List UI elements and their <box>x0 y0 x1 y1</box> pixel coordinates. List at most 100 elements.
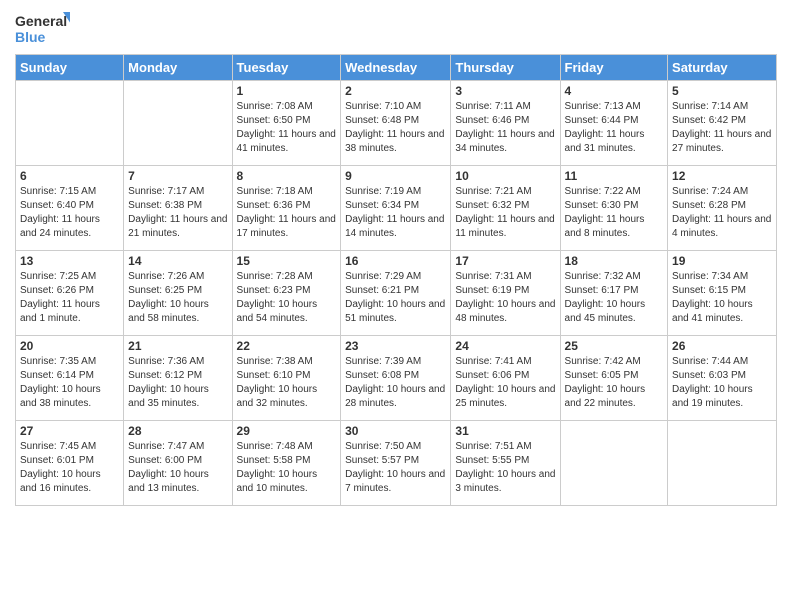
day-cell-3: 3Sunrise: 7:11 AMSunset: 6:46 PMDaylight… <box>451 81 560 166</box>
day-number: 12 <box>672 169 772 183</box>
day-cell-16: 16 Sunrise: 7:29 AMSunset: 6:21 PMDayligh… <box>341 251 451 336</box>
day-number: 31 <box>455 424 555 438</box>
day-number: 9 <box>345 169 446 183</box>
day-info: Sunrise: 7:28 AMSunset: 6:23 PMDaylight:… <box>237 270 337 326</box>
day-number: 15 <box>237 254 337 268</box>
day-cell-5: 5Sunrise: 7:14 AMSunset: 6:42 PMDaylight… <box>668 81 777 166</box>
weekday-header-tuesday: Tuesday <box>232 55 341 81</box>
day-number: 8 <box>237 169 337 183</box>
day-info: Sunrise: 7:14 AMSunset: 6:42 PMDaylight:… <box>672 100 772 156</box>
day-number: 21 <box>128 339 227 353</box>
day-cell-15: 15 Sunrise: 7:28 AMSunset: 6:23 PMDayligh… <box>232 251 341 336</box>
day-cell-19: 19 Sunrise: 7:34 AMSunset: 6:15 PMDayligh… <box>668 251 777 336</box>
logo: General Blue <box>15 10 70 48</box>
day-number: 6 <box>20 169 119 183</box>
day-cell-26: 26 Sunrise: 7:44 AMSunset: 6:03 PMDayligh… <box>668 336 777 421</box>
day-cell-31: 31 Sunrise: 7:51 AMSunset: 5:55 PMDayligh… <box>451 421 560 506</box>
day-cell-12: 12 Sunrise: 7:24 AMSunset: 6:28 PMDayligh… <box>668 166 777 251</box>
day-cell-7: 7Sunrise: 7:17 AMSunset: 6:38 PMDaylight… <box>124 166 232 251</box>
day-cell-11: 11 Sunrise: 7:22 AMSunset: 6:30 PMDayligh… <box>560 166 668 251</box>
day-cell-28: 28 Sunrise: 7:47 AMSunset: 6:00 PMDayligh… <box>124 421 232 506</box>
weekday-header-row: SundayMondayTuesdayWednesdayThursdayFrid… <box>16 55 777 81</box>
day-info: Sunrise: 7:24 AMSunset: 6:28 PMDaylight:… <box>672 185 772 241</box>
day-cell-2: 2 Sunrise: 7:10 AMSunset: 6:48 PMDaylight… <box>341 81 451 166</box>
empty-cell <box>16 81 124 166</box>
day-info: Sunrise: 7:36 AMSunset: 6:12 PMDaylight:… <box>128 355 227 411</box>
empty-cell <box>668 421 777 506</box>
day-cell-8: 8 Sunrise: 7:18 AMSunset: 6:36 PMDaylight… <box>232 166 341 251</box>
day-info: Sunrise: 7:35 AMSunset: 6:14 PMDaylight:… <box>20 355 119 411</box>
day-number: 13 <box>20 254 119 268</box>
day-info: Sunrise: 7:32 AMSunset: 6:17 PMDaylight:… <box>565 270 664 326</box>
day-cell-20: 20Sunrise: 7:35 AMSunset: 6:14 PMDayligh… <box>16 336 124 421</box>
weekday-header-saturday: Saturday <box>668 55 777 81</box>
day-number: 25 <box>565 339 664 353</box>
week-row-5: 27 Sunrise: 7:45 AMSunset: 6:01 PMDayligh… <box>16 421 777 506</box>
day-number: 17 <box>455 254 555 268</box>
day-cell-24: 24 Sunrise: 7:41 AMSunset: 6:06 PMDayligh… <box>451 336 560 421</box>
day-number: 18 <box>565 254 664 268</box>
day-number: 1 <box>237 84 337 98</box>
day-number: 26 <box>672 339 772 353</box>
weekday-header-sunday: Sunday <box>16 55 124 81</box>
empty-cell <box>124 81 232 166</box>
day-info: Sunrise: 7:29 AMSunset: 6:21 PMDaylight:… <box>345 270 446 326</box>
weekday-header-thursday: Thursday <box>451 55 560 81</box>
svg-text:General: General <box>15 13 67 29</box>
day-info: Sunrise: 7:42 AMSunset: 6:05 PMDaylight:… <box>565 355 664 411</box>
empty-cell <box>560 421 668 506</box>
day-number: 7 <box>128 169 227 183</box>
weekday-header-friday: Friday <box>560 55 668 81</box>
day-number: 10 <box>455 169 555 183</box>
day-info: Sunrise: 7:10 AMSunset: 6:48 PMDaylight:… <box>345 100 446 156</box>
week-row-1: 1 Sunrise: 7:08 AMSunset: 6:50 PMDaylight… <box>16 81 777 166</box>
day-cell-17: 17 Sunrise: 7:31 AMSunset: 6:19 PMDayligh… <box>451 251 560 336</box>
day-number: 16 <box>345 254 446 268</box>
day-number: 2 <box>345 84 446 98</box>
week-row-4: 20Sunrise: 7:35 AMSunset: 6:14 PMDayligh… <box>16 336 777 421</box>
day-info: Sunrise: 7:11 AMSunset: 6:46 PMDaylight:… <box>455 100 555 156</box>
day-number: 23 <box>345 339 446 353</box>
day-number: 4 <box>565 84 664 98</box>
weekday-header-wednesday: Wednesday <box>341 55 451 81</box>
day-number: 30 <box>345 424 446 438</box>
day-cell-9: 9 Sunrise: 7:19 AMSunset: 6:34 PMDaylight… <box>341 166 451 251</box>
day-number: 27 <box>20 424 119 438</box>
day-info: Sunrise: 7:44 AMSunset: 6:03 PMDaylight:… <box>672 355 772 411</box>
day-info: Sunrise: 7:08 AMSunset: 6:50 PMDaylight:… <box>237 100 337 156</box>
day-info: Sunrise: 7:45 AMSunset: 6:01 PMDaylight:… <box>20 440 119 496</box>
day-number: 28 <box>128 424 227 438</box>
day-cell-23: 23 Sunrise: 7:39 AMSunset: 6:08 PMDayligh… <box>341 336 451 421</box>
day-cell-18: 18 Sunrise: 7:32 AMSunset: 6:17 PMDayligh… <box>560 251 668 336</box>
day-cell-1: 1 Sunrise: 7:08 AMSunset: 6:50 PMDaylight… <box>232 81 341 166</box>
day-info: Sunrise: 7:41 AMSunset: 6:06 PMDaylight:… <box>455 355 555 411</box>
day-cell-10: 10 Sunrise: 7:21 AMSunset: 6:32 PMDayligh… <box>451 166 560 251</box>
day-cell-6: 6Sunrise: 7:15 AMSunset: 6:40 PMDaylight… <box>16 166 124 251</box>
calendar: SundayMondayTuesdayWednesdayThursdayFrid… <box>15 54 777 506</box>
day-cell-13: 13Sunrise: 7:25 AMSunset: 6:26 PMDayligh… <box>16 251 124 336</box>
day-info: Sunrise: 7:22 AMSunset: 6:30 PMDaylight:… <box>565 185 664 241</box>
svg-text:Blue: Blue <box>15 29 46 45</box>
day-number: 29 <box>237 424 337 438</box>
day-number: 24 <box>455 339 555 353</box>
day-cell-4: 4 Sunrise: 7:13 AMSunset: 6:44 PMDaylight… <box>560 81 668 166</box>
day-info: Sunrise: 7:19 AMSunset: 6:34 PMDaylight:… <box>345 185 446 241</box>
day-info: Sunrise: 7:21 AMSunset: 6:32 PMDaylight:… <box>455 185 555 241</box>
day-info: Sunrise: 7:39 AMSunset: 6:08 PMDaylight:… <box>345 355 446 411</box>
day-info: Sunrise: 7:50 AMSunset: 5:57 PMDaylight:… <box>345 440 446 496</box>
day-info: Sunrise: 7:13 AMSunset: 6:44 PMDaylight:… <box>565 100 664 156</box>
logo-svg: General Blue <box>15 10 70 48</box>
day-info: Sunrise: 7:51 AMSunset: 5:55 PMDaylight:… <box>455 440 555 496</box>
day-info: Sunrise: 7:18 AMSunset: 6:36 PMDaylight:… <box>237 185 337 241</box>
day-info: Sunrise: 7:34 AMSunset: 6:15 PMDaylight:… <box>672 270 772 326</box>
day-info: Sunrise: 7:48 AMSunset: 5:58 PMDaylight:… <box>237 440 337 496</box>
day-cell-30: 30 Sunrise: 7:50 AMSunset: 5:57 PMDayligh… <box>341 421 451 506</box>
day-info: Sunrise: 7:31 AMSunset: 6:19 PMDaylight:… <box>455 270 555 326</box>
day-info: Sunrise: 7:26 AMSunset: 6:25 PMDaylight:… <box>128 270 227 326</box>
day-cell-14: 14Sunrise: 7:26 AMSunset: 6:25 PMDayligh… <box>124 251 232 336</box>
day-info: Sunrise: 7:38 AMSunset: 6:10 PMDaylight:… <box>237 355 337 411</box>
day-info: Sunrise: 7:47 AMSunset: 6:00 PMDaylight:… <box>128 440 227 496</box>
week-row-3: 13Sunrise: 7:25 AMSunset: 6:26 PMDayligh… <box>16 251 777 336</box>
day-number: 11 <box>565 169 664 183</box>
day-number: 19 <box>672 254 772 268</box>
